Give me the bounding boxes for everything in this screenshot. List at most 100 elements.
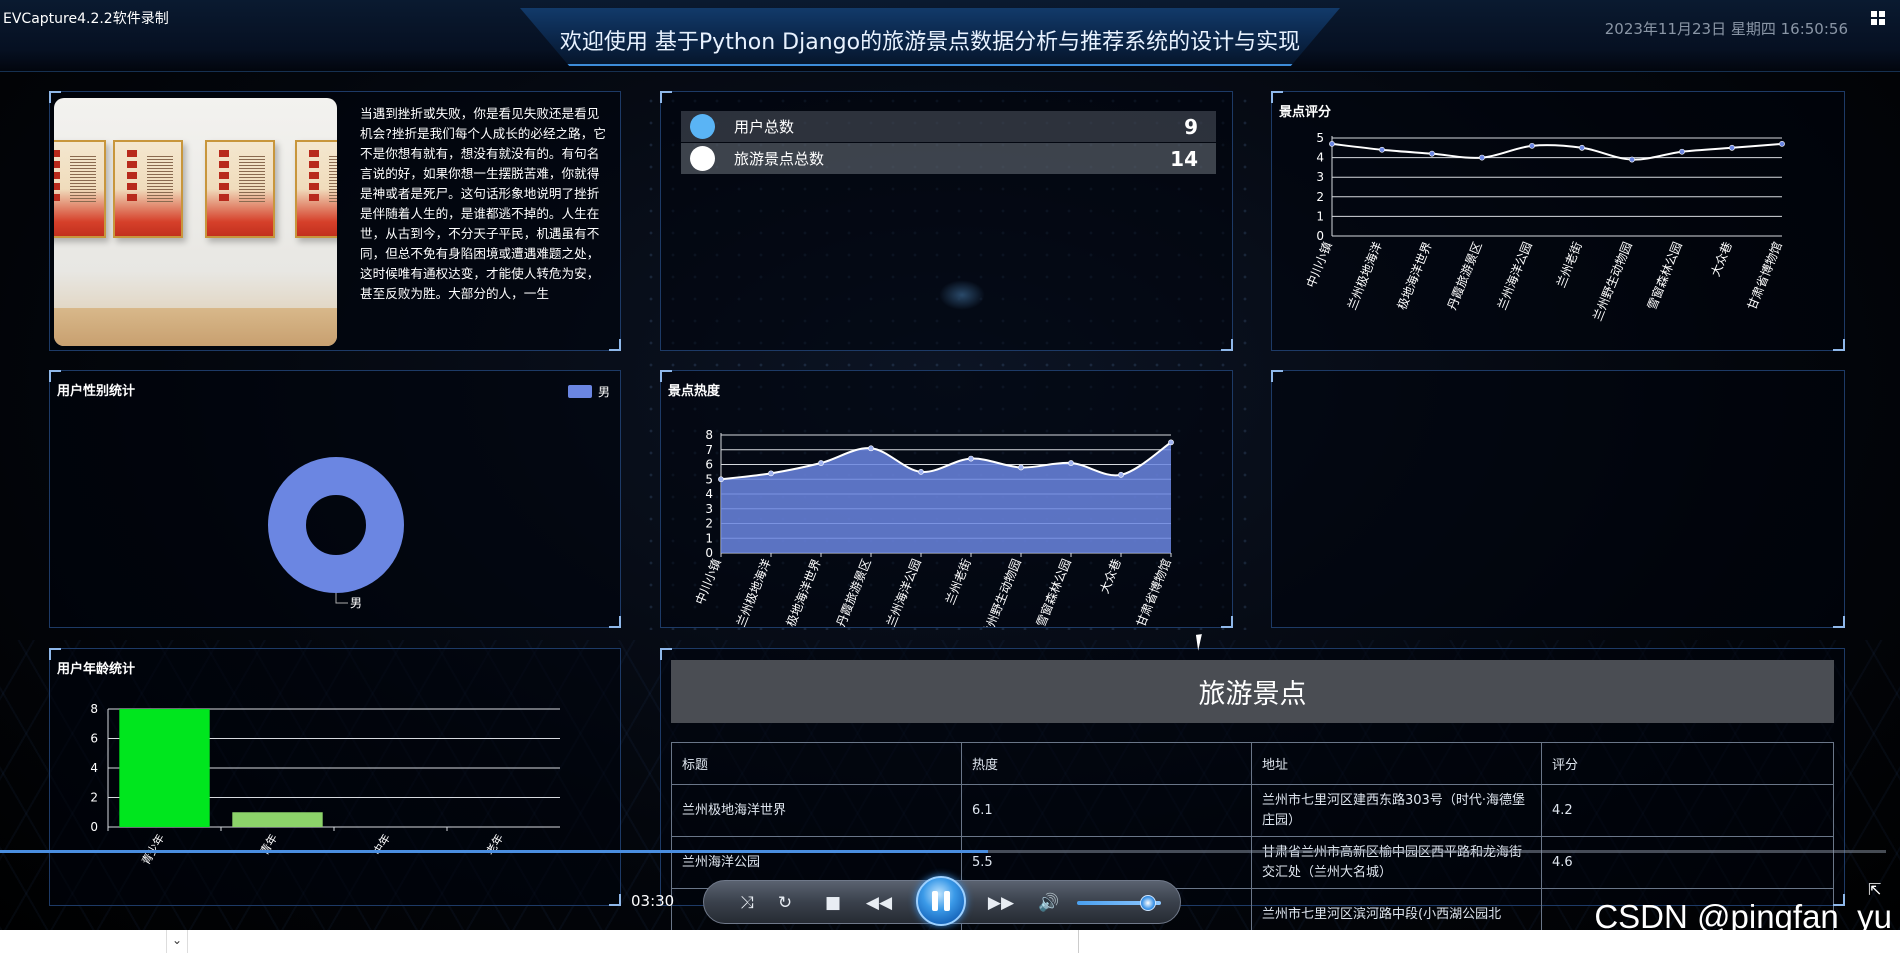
slice-label: 男 — [350, 596, 362, 610]
x-tick-label: 兰州海洋公园 — [1494, 240, 1535, 312]
y-tick-label: 8 — [90, 702, 98, 716]
data-point — [868, 445, 874, 452]
column-header[interactable]: 地址 — [1251, 742, 1542, 785]
gender-chart: 男 — [268, 457, 404, 610]
data-point — [1779, 140, 1785, 147]
y-tick-label: 1 — [705, 531, 713, 545]
stat-sight-total: 旅游景点总数 14 — [681, 143, 1216, 174]
x-tick-label: 兰州海洋公园 — [883, 557, 924, 627]
data-point — [1529, 142, 1535, 149]
data-point — [968, 455, 974, 462]
bar — [232, 812, 323, 827]
x-tick-label: 兰州老街 — [943, 557, 974, 607]
pause-icon[interactable] — [916, 876, 966, 926]
stats-panel: 用户总数 9 旅游景点总数 14 — [660, 91, 1233, 351]
y-tick-label: 5 — [1316, 131, 1324, 145]
stat-label: 用户总数 — [734, 118, 795, 136]
data-point — [918, 468, 924, 475]
column-header[interactable]: 标题 — [671, 742, 962, 785]
volume-icon[interactable]: 🔊 — [1034, 889, 1064, 917]
data-point — [768, 470, 774, 477]
cell-address: 兰州市七里河区建西东路303号（时代·海德堡庄园） — [1251, 784, 1542, 837]
glow-ornament — [939, 280, 985, 310]
y-tick-label: 8 — [705, 428, 713, 442]
y-tick-label: 2 — [705, 517, 713, 531]
floor — [54, 308, 337, 346]
stat-value: 9 — [1184, 114, 1198, 139]
heat-chart: 012345678中川小镇 兰州极地海洋 极地海洋世界 丹霞旅游景区 兰州海洋公园 兰州老… — [692, 428, 1174, 627]
stat-value: 14 — [1170, 146, 1198, 171]
gender-chart-panel: 用户性别统计 男 男 — [49, 370, 621, 628]
data-point — [1679, 148, 1685, 155]
fast-forward-icon[interactable]: ▶▶ — [986, 889, 1016, 917]
column-header[interactable]: 评分 — [1541, 742, 1834, 785]
y-tick-label: 6 — [705, 458, 713, 472]
data-point — [1729, 144, 1735, 151]
y-tick-label: 4 — [90, 761, 98, 775]
grid-icon[interactable] — [1870, 10, 1886, 26]
column-header[interactable]: 热度 — [961, 742, 1252, 785]
score-chart: 012345中川小镇 兰州极地海洋 极地海洋世界 丹霞旅游景区 兰州海洋公园 兰州老街 兰州… — [1303, 131, 1785, 323]
y-tick-label: 3 — [705, 502, 713, 516]
elapsed-time: 03:30 — [631, 892, 675, 910]
x-tick-label: 甘肃省博物馆 — [1744, 240, 1785, 312]
x-tick-label: 极地海洋世界 — [783, 557, 824, 627]
x-tick-label: 中川小镇 — [692, 557, 724, 607]
x-tick-label: 兰州极地海洋 — [1344, 240, 1385, 312]
data-point — [1118, 471, 1124, 478]
y-tick-label: 2 — [90, 791, 98, 805]
heat-chart-panel: 景点热度 0 1 2 3 4 5 6 7 8 中川小镇 兰州极地海洋 极地海洋世界 丹霞旅游景区 兰州海洋… — [660, 370, 1233, 628]
y-tick-label: 4 — [1316, 151, 1324, 165]
x-tick-label: 兰州老街 — [1554, 240, 1585, 290]
bottom-strip — [0, 930, 1900, 953]
table-row[interactable]: 兰州极地海洋世界 6.1 兰州市七里河区建西东路303号（时代·海德堡庄园） 4… — [671, 784, 1834, 837]
data-point — [1068, 460, 1074, 466]
stat-label: 旅游景点总数 — [734, 150, 825, 168]
area-fill — [721, 442, 1171, 553]
cell-heat: 6.1 — [961, 784, 1252, 837]
y-tick-label: 0 — [90, 820, 98, 834]
poster-image — [113, 140, 183, 238]
rewind-icon[interactable]: ◀◀ — [864, 889, 894, 917]
poster-image — [54, 140, 106, 238]
stat-dot-icon — [690, 146, 715, 171]
intro-panel: 当遇到挫折或失败，你是看见失败还是看见机会?挫折是我们每个人成长的必经之路，它不… — [49, 91, 621, 351]
x-tick-label: 丹霞旅游景区 — [1445, 240, 1485, 312]
expand-icon[interactable]: ⇱ — [1868, 880, 1888, 899]
volume-knob[interactable] — [1140, 895, 1157, 911]
cell-score: 4.2 — [1541, 784, 1834, 837]
bar — [119, 709, 210, 827]
data-point — [1379, 146, 1385, 153]
x-tick-label: 极地海洋世界 — [1394, 240, 1435, 312]
x-tick-label: 中川小镇 — [1303, 240, 1335, 290]
y-tick-label: 7 — [705, 443, 713, 457]
intro-image — [54, 98, 337, 346]
stat-dot-icon — [690, 114, 715, 139]
data-point — [818, 460, 824, 466]
data-point — [1018, 464, 1024, 471]
y-tick-label: 3 — [1316, 170, 1324, 184]
stop-icon[interactable]: ■ — [818, 889, 848, 917]
x-tick-label: 兰州极地海洋 — [733, 557, 774, 627]
y-tick-label: 4 — [705, 487, 713, 501]
label-leader — [335, 593, 348, 604]
stat-user-total: 用户总数 9 — [681, 111, 1216, 142]
y-tick-label: 5 — [705, 472, 713, 486]
seek-progress — [0, 850, 989, 853]
data-point — [1629, 156, 1635, 163]
cell-title: 兰州极地海洋世界 — [671, 784, 962, 837]
data-point — [1329, 140, 1335, 147]
x-tick-label: 丹霞旅游景区 — [834, 557, 874, 627]
y-tick-label: 6 — [90, 732, 98, 746]
data-point — [1168, 439, 1174, 446]
shuffle-icon[interactable]: ⤨ — [732, 889, 762, 917]
control-bar: ⤨ ↻ ■ ◀◀ ▶▶ 🔊 — [703, 876, 1181, 926]
x-tick-label: 大众巷 — [1097, 557, 1123, 596]
chevron-down-icon[interactable]: ⌄ — [166, 930, 188, 953]
y-tick-label: 2 — [1316, 190, 1324, 204]
table-heading: 旅游景点 — [671, 660, 1834, 723]
score-chart-panel: 景点评分 0 1 2 3 4 5 中川小镇 兰州极地海洋 极地海洋世界 丹霞旅游景区 兰州海洋公园兰… — [1271, 91, 1845, 351]
repeat-icon[interactable]: ↻ — [770, 889, 800, 917]
data-point — [1429, 150, 1435, 157]
datetime-display: 2023年11月23日 星期四 16:50:56 — [1604, 20, 1848, 38]
